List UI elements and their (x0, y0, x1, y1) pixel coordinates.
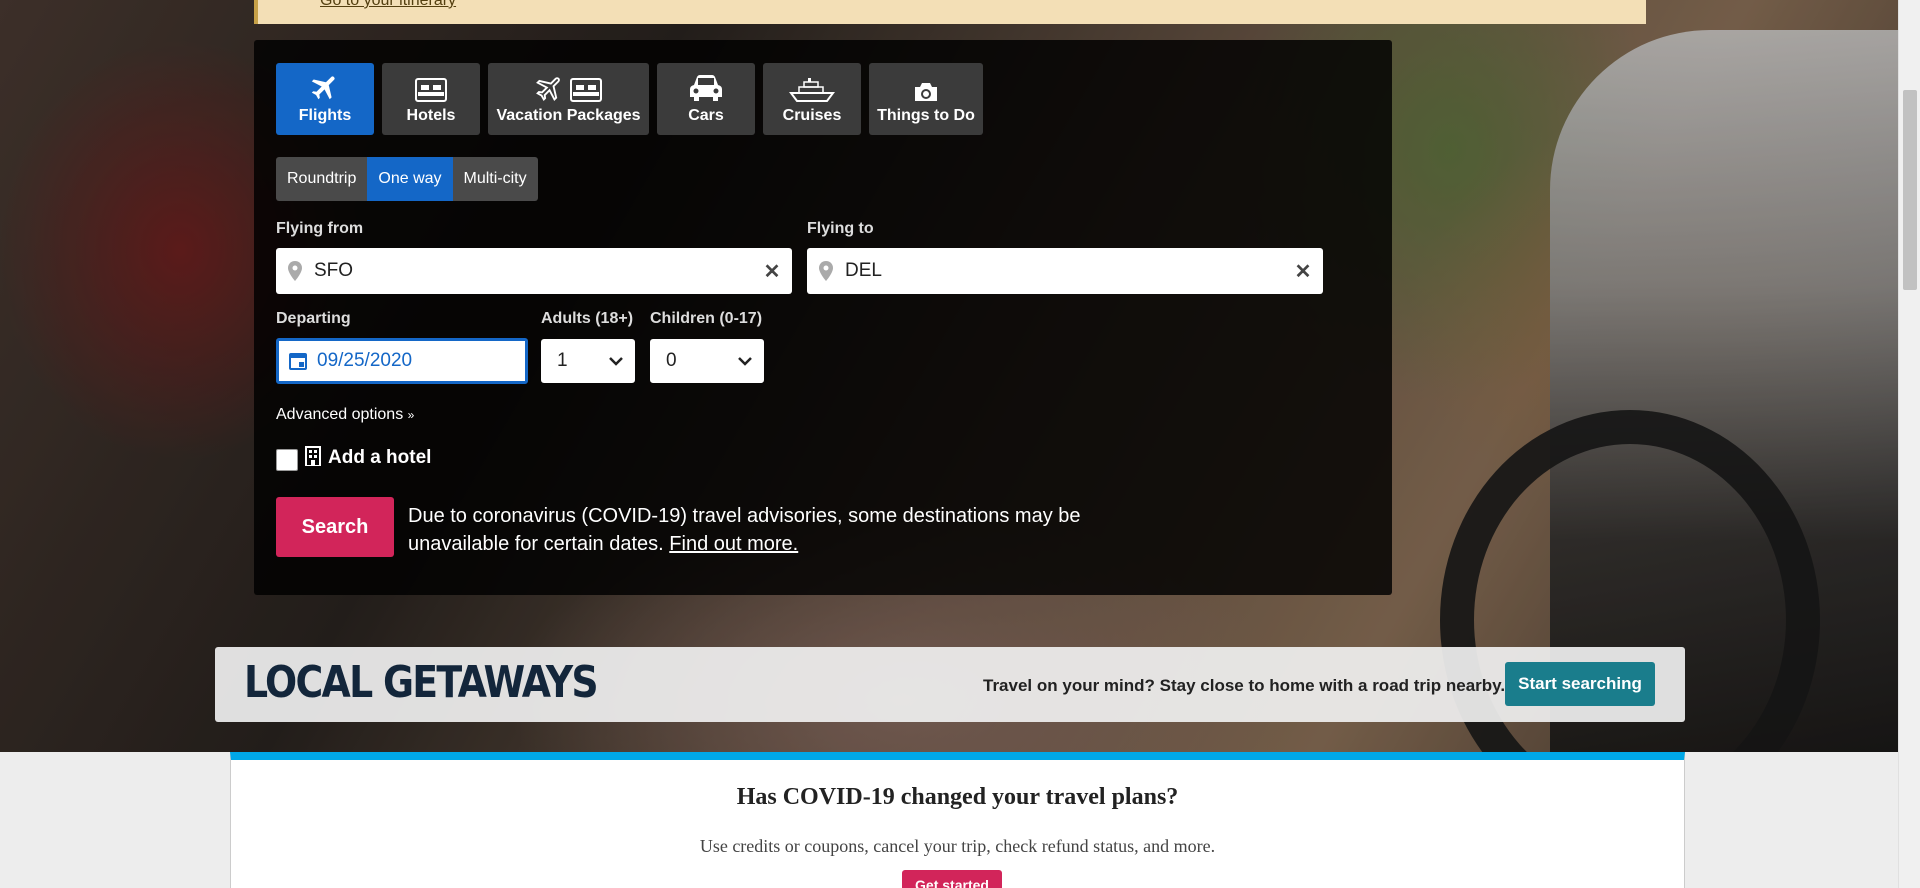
tab-label: Hotels (406, 107, 456, 124)
trip-one-way[interactable]: One way (367, 157, 453, 201)
map-pin-icon (807, 261, 845, 281)
itinerary-link[interactable]: Go to your itinerary (320, 0, 456, 10)
trip-roundtrip[interactable]: Roundtrip (276, 157, 368, 201)
chevron-down-icon (738, 350, 752, 372)
search-panel: Flights Hotels Vacation Packages Cars Cr… (254, 40, 1392, 595)
getaways-message: Travel on your mind? Stay close to home … (983, 676, 1506, 695)
calendar-icon (279, 351, 317, 371)
children-select[interactable]: 0 (650, 339, 764, 383)
trip-type-toggle: Roundtrip One way Multi-city (276, 157, 538, 201)
tab-label: Things to Do (877, 107, 975, 124)
tab-vacation-packages[interactable]: Vacation Packages (488, 63, 649, 135)
tab-cruises[interactable]: Cruises (763, 63, 861, 135)
double-chevron-down-icon: » (407, 408, 415, 422)
tab-cars[interactable]: Cars (657, 63, 755, 135)
tab-label: Vacation Packages (496, 107, 641, 124)
flying-to-value: DEL (845, 260, 882, 281)
adults-value: 1 (557, 350, 568, 371)
departing-label: Departing (276, 310, 351, 327)
get-started-button[interactable]: Get started (902, 870, 1002, 888)
search-button[interactable]: Search (276, 497, 394, 557)
tab-flights[interactable]: Flights (276, 63, 374, 135)
children-value: 0 (666, 350, 677, 371)
ship-icon (789, 69, 835, 103)
tab-things-to-do[interactable]: Things to Do (869, 63, 983, 135)
page-scrollbar[interactable] (1898, 0, 1920, 888)
adults-select[interactable]: 1 (541, 339, 635, 383)
local-getaways-banner: LOCAL GETAWAYS Travel on your mind? Stay… (215, 647, 1685, 722)
trip-multi-city[interactable]: Multi-city (452, 157, 538, 201)
covid-card-title: Has COVID-19 changed your travel plans? (736, 784, 1179, 810)
tab-label: Cars (688, 107, 724, 124)
clear-icon[interactable]: ✕ (752, 259, 792, 284)
scrollbar-thumb[interactable] (1903, 90, 1917, 290)
bed-icon (414, 69, 448, 103)
building-icon (304, 445, 322, 471)
plane-icon (309, 69, 341, 103)
tab-label: Cruises (782, 107, 842, 124)
start-searching-button[interactable]: Start searching (1505, 662, 1655, 706)
car-icon (688, 69, 724, 103)
covid-notice: Due to coronavirus (COVID-19) travel adv… (408, 502, 1108, 558)
product-tabs: Flights Hotels Vacation Packages Cars Cr… (276, 63, 983, 135)
clear-icon[interactable]: ✕ (1283, 259, 1323, 284)
flying-from-label: Flying from (276, 220, 364, 237)
add-hotel-label: Add a hotel (328, 447, 432, 468)
covid-travel-card: Has COVID-19 changed your travel plans? … (230, 752, 1685, 888)
flying-to-label: Flying to (807, 220, 874, 237)
adults-label: Adults (18+) (541, 310, 634, 327)
add-hotel-option: Add a hotel (276, 445, 431, 471)
itinerary-banner: Go to your itinerary (254, 0, 1646, 24)
camera-icon (913, 69, 939, 103)
flying-from-value: SFO (314, 260, 354, 281)
chevron-down-icon (609, 350, 623, 372)
local-getaways-logo: LOCAL GETAWAYS (244, 657, 599, 708)
tab-label: Flights (298, 107, 352, 124)
departing-value: 09/25/2020 (317, 350, 413, 371)
plane-bed-icon (535, 69, 603, 103)
flying-from-field[interactable]: SFO ✕ (276, 248, 792, 294)
departing-date-input[interactable]: 09/25/2020 (276, 338, 528, 384)
covid-card-subtitle: Use credits or coupons, cancel your trip… (699, 836, 1216, 856)
map-pin-icon (276, 261, 314, 281)
add-hotel-checkbox[interactable] (276, 449, 298, 471)
tab-hotels[interactable]: Hotels (382, 63, 480, 135)
children-label: Children (0-17) (650, 310, 763, 327)
advanced-options-toggle[interactable]: Advanced options » (276, 406, 414, 424)
flying-to-field[interactable]: DEL ✕ (807, 248, 1323, 294)
find-out-more-link[interactable]: Find out more. (669, 533, 798, 555)
advanced-options-label: Advanced options (276, 406, 404, 423)
